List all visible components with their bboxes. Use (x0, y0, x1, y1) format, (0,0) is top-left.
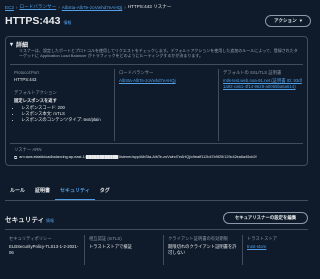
security-policy-value: ELBSecurityPolicy-TLS13-1-2-2021-06 (9, 244, 79, 255)
client-cert-expiry-label: クライアント証明書の有効期限 (168, 236, 228, 241)
tab-security[interactable]: セキュリティ (55, 185, 95, 201)
chevron-right-icon: › (124, 4, 126, 10)
divider (5, 200, 308, 201)
security-policy-label: セキュリティポリシー (9, 236, 52, 241)
tab-certificates[interactable]: 証明書 (30, 185, 55, 201)
info-link[interactable]: 情報 (46, 218, 54, 223)
details-description: リスナーは、設定したポートとプロトコルを使用してリクエストをチェックします。デフ… (19, 48, 298, 59)
breadcrumb-load-balancers[interactable]: ロードバランサー (19, 4, 56, 10)
breadcrumb-ec2[interactable]: EC2 (5, 5, 14, 10)
mtls-label: 相互認証 (mTLS) (89, 236, 122, 241)
divider (5, 229, 308, 230)
breadcrumb-load-balancer[interactable]: AlbSta-AlbTe-zoVwhd7eAHQj (62, 5, 123, 10)
info-link[interactable]: 情報 (63, 20, 71, 26)
page-title: HTTPS:443 情報 (5, 15, 71, 27)
truststore-label: トラストストア (247, 236, 277, 241)
listener-arn-label: リスナー ARN (14, 147, 42, 152)
divider (10, 64, 303, 65)
truststore-link[interactable]: trust-store (247, 244, 307, 249)
tab-tags[interactable]: タグ (95, 185, 115, 201)
divider (163, 235, 164, 265)
chevron-right-icon: › (15, 4, 18, 10)
default-ssl-link[interactable]: mtls-test.web.noa-91.net (証明書 ID: 93df1a… (223, 78, 303, 89)
default-ssl-label: デフォルトの SSL/TLS 証明書 (223, 70, 282, 75)
listener-arn-value: arn:aws:elasticloadbalancing:ap-east-1:█… (19, 155, 257, 159)
divider (84, 235, 85, 265)
actions-label: アクション (273, 18, 297, 23)
page-title-text: HTTPS:443 (5, 15, 61, 27)
protocol-port-value: HTTPS:443 (14, 77, 37, 82)
actions-button[interactable]: アクション ▾ (265, 15, 311, 27)
divider (218, 69, 219, 141)
mtls-value: トラストストアで検証 (89, 244, 132, 249)
list-item: レスポンスのコンテンツタイプ: text/plain (21, 117, 110, 123)
breadcrumb: EC2 › ロードバランサー › AlbSta-AlbTe-zoVwhd7eAH… (5, 4, 171, 10)
security-title: セキュリティ (5, 217, 45, 224)
chevron-right-icon: › (58, 4, 60, 10)
default-action-title: 固定レスポンスを返す (14, 98, 57, 103)
divider (10, 143, 303, 144)
caret-down-icon: ▾ (299, 18, 303, 23)
edit-secure-listener-button[interactable]: セキュアリスナーの設定を編集 (223, 212, 308, 224)
default-action-label: デフォルトアクション (14, 90, 57, 95)
client-cert-expiry-value: 期限切れのクライアント証明書を許可しない (168, 244, 237, 255)
tab-bar: ルール 証明書 セキュリティ タグ (5, 185, 115, 201)
tab-rules[interactable]: ルール (5, 185, 30, 201)
divider (242, 235, 243, 265)
load-balancer-label: ロードバランサー (119, 70, 154, 75)
security-heading: セキュリティ 情報 (5, 214, 54, 224)
copy-icon[interactable]: ⧉ (14, 155, 17, 160)
divider (114, 69, 115, 141)
default-action-list: レスポンスコード: 200 レスポンス本文: mTLS レスポンスのコンテンツタ… (14, 105, 110, 123)
caret-down-icon: ▾ (10, 42, 14, 48)
protocol-port-label: Protocol:Port (14, 70, 39, 75)
details-panel: ▾ 詳細 リスナーは、設定したポートとプロトコルを使用してリクエストをチェックし… (5, 36, 308, 166)
load-balancer-link[interactable]: AlbSta-AlbTe-zoVwhd7eAHQj (119, 78, 214, 83)
breadcrumb-current: HTTPS:443 リスナー (127, 4, 172, 9)
